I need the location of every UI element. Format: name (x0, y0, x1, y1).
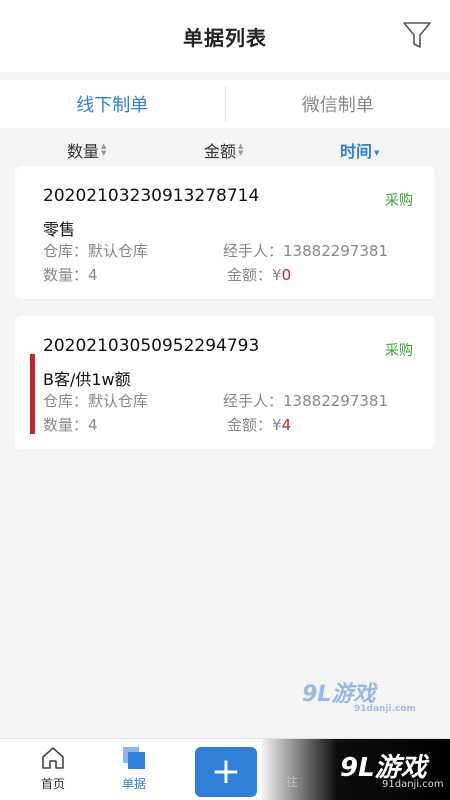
record-warehouse: 仓库：默认仓库 (43, 392, 149, 410)
documents-icon (123, 747, 145, 769)
record-card[interactable]: 20202103230913278714 采购 零售 仓库：默认仓库 经手人：1… (15, 166, 435, 299)
record-type-tag: 采购 (385, 193, 413, 209)
tab-bar: 线下制单 微信制单 (0, 80, 450, 128)
sort-desc-icon: ▲▼ (374, 149, 380, 157)
record-handler: 经手人：13882297381 (223, 242, 388, 260)
record-quantity: 数量：4 (43, 266, 98, 284)
watermark-logo: 9L游戏 91danji.com (302, 682, 416, 714)
tab-offline-order[interactable]: 线下制单 (0, 80, 225, 128)
nav-documents-label: 单据 (121, 777, 146, 791)
home-icon (42, 747, 64, 769)
page-title: 单据列表 (183, 25, 267, 50)
watermark-overlay: 往 9L游戏 91danji.com (262, 739, 450, 800)
record-name: B客/供1w额 (43, 370, 131, 389)
sort-arrows-icon: ▲ ▼ (101, 142, 107, 157)
bottom-nav: 首页 单据 + 往 9L游戏 91danji.com (0, 738, 450, 800)
record-amount: 金额：¥4 (227, 416, 292, 434)
record-amount: 金额：¥0 (227, 266, 292, 284)
sort-amount-label: 金额 (204, 142, 237, 161)
sort-bar: 数量 ▲▼ 金额 ▲▼ 时间 ▲▼ (0, 130, 450, 166)
sort-amount[interactable]: 金额 ▲ ▼ (204, 138, 243, 162)
record-card[interactable]: 20202103050952294793 采购 B客/供1w额 仓库：默认仓库 … (15, 316, 435, 449)
sort-quantity[interactable]: 数量 ▲ ▼ (67, 138, 106, 162)
sort-time-label: 时间 (340, 142, 373, 161)
sort-time[interactable]: 时间 ▲▼ (340, 138, 379, 162)
record-warehouse: 仓库：默认仓库 (43, 242, 149, 260)
filter-icon[interactable] (402, 20, 432, 50)
record-quantity: 数量：4 (43, 416, 98, 434)
nav-partial-label: 往 (286, 775, 299, 789)
sort-arrows-icon: ▲ ▼ (238, 142, 244, 157)
record-code: 20202103230913278714 (43, 186, 260, 206)
tab-wechat-order[interactable]: 微信制单 (226, 80, 450, 128)
nav-documents[interactable]: 单据 (109, 745, 159, 792)
record-name: 零售 (43, 220, 76, 239)
record-handler: 经手人：13882297381 (223, 392, 388, 410)
sort-quantity-label: 数量 (67, 142, 100, 161)
record-code: 20202103050952294793 (43, 336, 260, 356)
add-button[interactable]: + (195, 747, 257, 797)
app-header: 单据列表 (0, 0, 450, 72)
nav-home[interactable]: 首页 (28, 745, 78, 792)
selected-marker (30, 354, 35, 434)
record-type-tag: 采购 (385, 343, 413, 359)
nav-home-label: 首页 (40, 777, 65, 791)
